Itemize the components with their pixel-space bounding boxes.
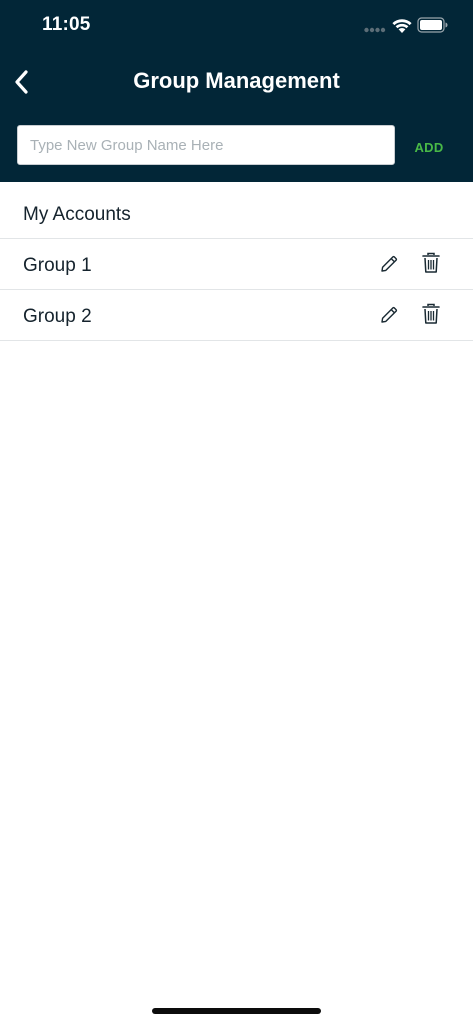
group-name: Group 2 — [23, 306, 92, 327]
pencil-icon[interactable] — [379, 305, 399, 325]
cellular-signal-icon — [364, 27, 386, 33]
group-management-screen: 11:05 Group Management ADD My — [0, 0, 473, 1024]
trash-icon[interactable] — [421, 303, 441, 325]
trash-icon[interactable] — [421, 252, 441, 274]
section-label: My Accounts — [23, 204, 131, 225]
group-name: Group 1 — [23, 255, 92, 276]
list-item[interactable]: Group 2 — [0, 290, 473, 341]
wifi-icon — [392, 19, 412, 33]
list-item-my-accounts[interactable]: My Accounts — [0, 182, 473, 239]
header-bar: 11:05 Group Management ADD — [0, 0, 473, 182]
battery-icon — [417, 17, 448, 33]
status-time: 11:05 — [42, 14, 91, 35]
group-list: My Accounts Group 1 Group 2 — [0, 182, 473, 341]
add-group-button[interactable]: ADD — [405, 133, 453, 161]
page-title: Group Management — [133, 68, 340, 93]
chevron-left-icon — [15, 70, 28, 94]
home-indicator[interactable] — [152, 1008, 321, 1014]
pencil-icon[interactable] — [379, 254, 399, 274]
back-button[interactable] — [6, 62, 36, 102]
new-group-name-input[interactable] — [17, 125, 395, 165]
list-item[interactable]: Group 1 — [0, 239, 473, 290]
